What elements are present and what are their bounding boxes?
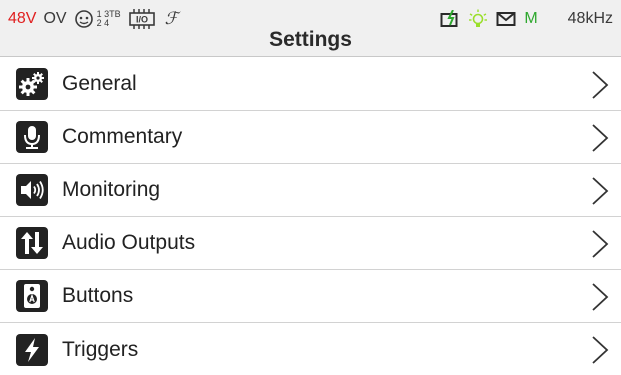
microphone-icon xyxy=(16,121,48,153)
phantom-power-indicator: 48V xyxy=(8,10,37,27)
button-panel-icon xyxy=(16,280,48,312)
xlr-channel-bottom: 2 4 xyxy=(96,18,110,28)
menu-item-label: Audio Outputs xyxy=(62,231,196,254)
menu-item-general[interactable]: General xyxy=(0,58,621,111)
menu-item-triggers[interactable]: Triggers xyxy=(0,323,621,375)
chevron-right-icon xyxy=(592,336,609,364)
font-indicator: ℱ xyxy=(164,9,178,29)
status-left: 48V OV 1 3TB 2 4 I/O ℱ xyxy=(8,8,178,30)
status-bar: 48V OV 1 3TB 2 4 I/O ℱ M 48kHz Settings xyxy=(0,0,621,57)
arrows-up-down-icon xyxy=(16,227,48,259)
menu-item-label: General xyxy=(62,72,137,95)
menu-item-label: Buttons xyxy=(62,284,134,307)
chevron-right-icon xyxy=(592,230,609,258)
page-title: Settings xyxy=(269,28,352,51)
chevron-right-icon xyxy=(592,124,609,152)
lightbulb-icon xyxy=(468,9,488,29)
gears-icon xyxy=(16,68,48,100)
menu-item-label: Monitoring xyxy=(62,178,161,201)
menu-item-commentary[interactable]: Commentary xyxy=(0,111,621,164)
dsp-chip-icon: I/O xyxy=(128,8,158,30)
settings-menu: General Commentary Monitoring Audio Outp… xyxy=(0,58,621,375)
menu-item-label: Commentary xyxy=(62,125,183,148)
speaker-icon xyxy=(16,174,48,206)
mail-icon xyxy=(496,11,516,27)
overview-indicator: OV xyxy=(43,10,67,27)
menu-item-buttons[interactable]: Buttons xyxy=(0,270,621,323)
menu-item-audio-outputs[interactable]: Audio Outputs xyxy=(0,217,621,270)
lightning-icon xyxy=(16,333,48,366)
battery-charging-icon xyxy=(440,10,460,28)
monitor-mode-indicator: M xyxy=(524,10,538,27)
menu-item-monitoring[interactable]: Monitoring xyxy=(0,164,621,217)
menu-item-label: Triggers xyxy=(62,337,139,361)
status-right: M 48kHz xyxy=(440,8,613,30)
chevron-right-icon xyxy=(592,71,609,99)
xlr-channel-map: 1 3TB 2 4 xyxy=(97,10,121,28)
dsp-chip-label: I/O xyxy=(136,15,148,25)
sample-rate-indicator: 48kHz xyxy=(567,10,613,27)
chevron-right-icon xyxy=(592,283,609,311)
xlr-connector-icon xyxy=(74,9,94,29)
chevron-right-icon xyxy=(592,177,609,205)
